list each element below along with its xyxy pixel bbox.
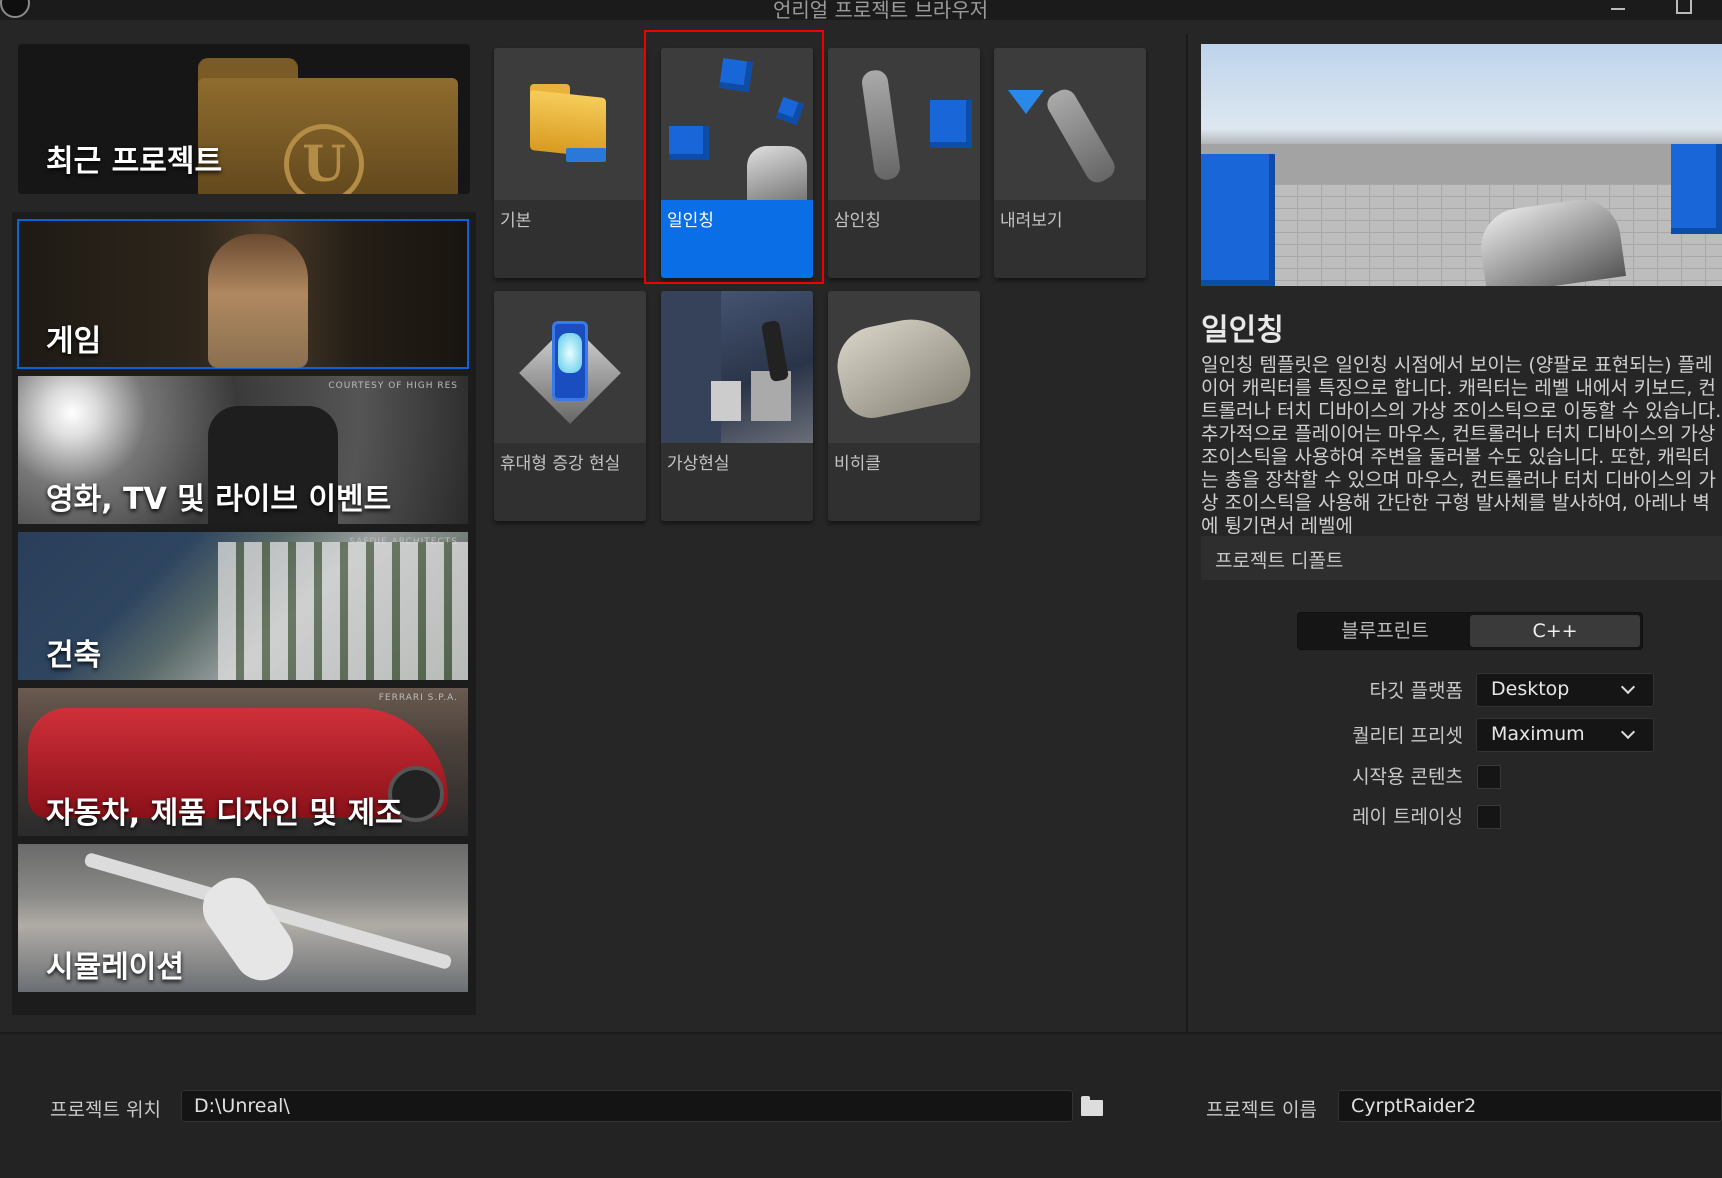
joystick-icon: [566, 148, 606, 162]
ray-tracing-checkbox[interactable]: [1477, 805, 1501, 829]
template-label: 삼인칭: [834, 211, 881, 231]
template-thumbnail: [494, 48, 646, 200]
template-thumbnail: [661, 291, 813, 443]
unreal-logo-icon: [0, 0, 30, 18]
cpp-option[interactable]: C++: [1470, 615, 1640, 647]
template-label: 기본: [500, 211, 532, 231]
chevron-down-icon: [1620, 679, 1636, 695]
project-name-input[interactable]: CyrptRaider2: [1338, 1090, 1722, 1122]
category-label: 자동차, 제품 디자인 및 제조: [46, 796, 403, 831]
template-vehicle[interactable]: 비히클: [828, 291, 980, 521]
template-vr[interactable]: 가상현실: [661, 291, 813, 521]
category-label: 게임: [46, 324, 102, 359]
template-thumbnail: [494, 291, 646, 443]
car-shape: [830, 308, 976, 424]
category-architecture[interactable]: SAFDIE ARCHITECTS 건축: [18, 532, 468, 680]
recent-projects-label: 최근 프로젝트: [46, 144, 223, 179]
category-automotive[interactable]: FERRARI S.P.A. 자동차, 제품 디자인 및 제조: [18, 688, 468, 836]
panel-divider: [1186, 34, 1188, 1032]
window-title: 언리얼 프로젝트 브라우저: [773, 0, 989, 22]
template-label: 내려보기: [1000, 211, 1063, 231]
input-value: D:\Unreal\: [194, 1095, 290, 1117]
mannequin-figure: [1043, 85, 1119, 187]
blueprint-option[interactable]: 블루프린트: [1300, 615, 1470, 647]
template-title: 일인칭: [1201, 313, 1284, 348]
template-label: 비히클: [834, 454, 881, 474]
category-label: 시뮬레이션: [46, 950, 184, 985]
ray-tracing-label: 레이 트레이싱: [1352, 806, 1463, 828]
section-title: 프로젝트 디폴트: [1215, 550, 1344, 572]
browse-folder-icon[interactable]: [1081, 1096, 1103, 1116]
target-platform-label: 타깃 플랫폼: [1369, 680, 1463, 702]
category-label: 건축: [46, 638, 102, 673]
template-thumbnail: [828, 48, 980, 200]
project-defaults-section: 프로젝트 디폴트: [1201, 536, 1722, 580]
template-thumbnail: [828, 291, 980, 443]
minimize-button[interactable]: [1603, 0, 1633, 18]
template-third-person[interactable]: 삼인칭: [828, 48, 980, 278]
recent-projects-button[interactable]: U 최근 프로젝트: [18, 44, 470, 194]
arrow-down-icon: [1008, 90, 1044, 114]
target-platform-dropdown[interactable]: Desktop: [1476, 673, 1654, 707]
category-label: 영화, TV 및 라이브 이벤트: [46, 482, 392, 517]
character-figure: [208, 234, 308, 368]
template-blank[interactable]: 기본: [494, 48, 646, 278]
project-name-label: 프로젝트 이름: [1206, 1099, 1317, 1121]
starter-content-checkbox[interactable]: [1477, 765, 1501, 789]
template-top-down[interactable]: 내려보기: [994, 48, 1146, 278]
input-value: CyrptRaider2: [1351, 1095, 1477, 1117]
dropdown-value: Maximum: [1491, 723, 1585, 745]
title-bar: 언리얼 프로젝트 브라우저: [0, 0, 1722, 22]
template-handheld-ar[interactable]: 휴대형 증강 현실: [494, 291, 646, 521]
template-preview-image: [1201, 44, 1722, 286]
building-blocks: [218, 542, 468, 680]
category-film-tv[interactable]: COURTESY OF HIGH RES 영화, TV 및 라이브 이벤트: [18, 376, 468, 524]
category-simulation[interactable]: 시뮬레이션: [18, 844, 468, 992]
template-label: 휴대형 증강 현실: [500, 454, 621, 474]
selection-highlight: [644, 30, 824, 284]
folder-icon: U: [198, 78, 458, 194]
template-thumbnail: [994, 48, 1146, 200]
maximize-button[interactable]: [1668, 0, 1698, 18]
airplane-body: [191, 866, 305, 992]
template-label: 가상현실: [667, 454, 730, 474]
starter-content-label: 시작용 콘텐츠: [1352, 766, 1463, 788]
project-location-label: 프로젝트 위치: [50, 1099, 161, 1121]
template-description: 일인칭 템플릿은 일인칭 시점에서 보이는 (양팔로 표현되는) 플레이어 캐릭…: [1201, 354, 1722, 534]
image-credit: FERRARI S.P.A.: [378, 693, 458, 703]
chevron-down-icon: [1620, 724, 1636, 740]
language-toggle: 블루프린트 C++: [1297, 612, 1643, 650]
dropdown-value: Desktop: [1491, 678, 1570, 700]
quality-preset-dropdown[interactable]: Maximum: [1476, 718, 1654, 752]
category-games[interactable]: 게임: [17, 219, 469, 369]
mannequin-figure: [860, 68, 902, 182]
project-location-input[interactable]: D:\Unreal\: [181, 1090, 1073, 1122]
quality-preset-label: 퀄리티 프리셋: [1352, 725, 1463, 747]
image-credit: COURTESY OF HIGH RES: [328, 381, 458, 391]
